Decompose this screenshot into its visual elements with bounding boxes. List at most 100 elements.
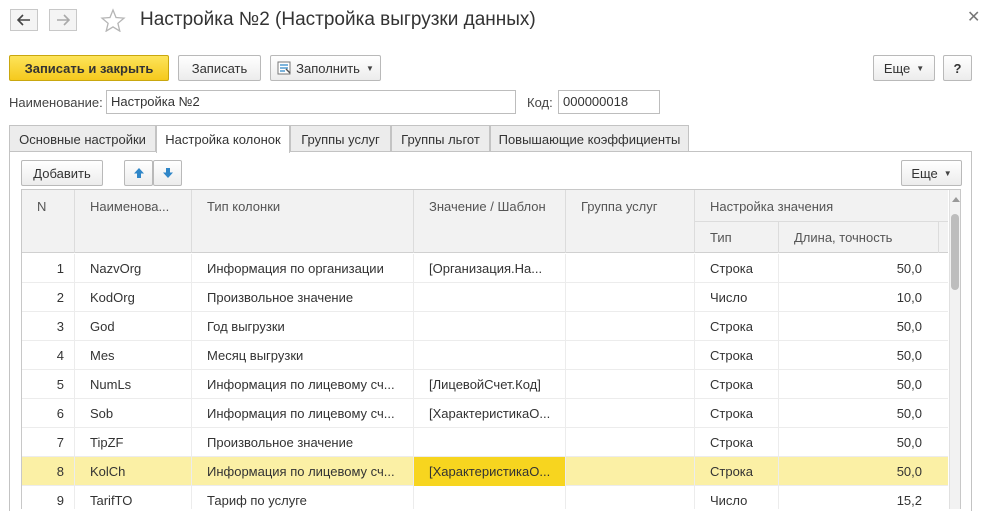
scrollbar-thumb[interactable] <box>951 214 959 290</box>
cell-length-precision[interactable]: 10,0 <box>778 283 922 312</box>
back-button[interactable] <box>10 9 38 31</box>
header-length-precision[interactable]: Длина, точность <box>794 230 892 245</box>
cell-n[interactable]: 1 <box>22 254 64 283</box>
cell-type[interactable]: Строка <box>710 428 777 457</box>
cell-length-precision[interactable]: 50,0 <box>778 370 922 399</box>
table-row[interactable]: 2 KodOrg Произвольное значение Число 10,0 <box>22 283 948 312</box>
tab-benefit-groups[interactable]: Группы льгот <box>391 125 490 152</box>
cell-value-template[interactable]: [ХарактеристикаО... <box>414 399 565 428</box>
tab-main-settings[interactable]: Основные настройки <box>9 125 156 152</box>
cell-column-type[interactable]: Год выгрузки <box>207 312 411 341</box>
fill-form-icon <box>277 61 291 75</box>
header-type[interactable]: Тип <box>710 230 732 245</box>
cell-type[interactable]: Строка <box>710 457 777 486</box>
cell-name[interactable]: Mes <box>90 341 190 370</box>
close-icon[interactable]: ✕ <box>967 7 980 27</box>
table-header: N Наименова... Тип колонки Значение / Ша… <box>22 190 948 253</box>
tab-service-groups[interactable]: Группы услуг <box>290 125 391 152</box>
tab-column-settings[interactable]: Настройка колонок <box>156 125 290 153</box>
cell-value-template[interactable]: [ЛицевойСчет.Код] <box>414 370 565 399</box>
columns-table: N Наименова... Тип колонки Значение / Ша… <box>21 189 961 509</box>
cell-type[interactable]: Строка <box>710 370 777 399</box>
cell-service-group[interactable] <box>581 370 693 399</box>
save-button[interactable]: Записать <box>178 55 261 81</box>
arrow-down-icon <box>162 168 173 178</box>
cell-service-group[interactable] <box>581 283 693 312</box>
fill-button[interactable]: Заполнить ▼ <box>270 55 381 81</box>
cell-name[interactable]: God <box>90 312 190 341</box>
cell-length-precision[interactable]: 50,0 <box>778 312 922 341</box>
cell-service-group[interactable] <box>581 399 693 428</box>
table-row[interactable]: 6 Sob Информация по лицевому сч... [Характе… <box>22 399 948 428</box>
cell-name[interactable]: Sob <box>90 399 190 428</box>
cell-n[interactable]: 4 <box>22 341 64 370</box>
scroll-up-icon[interactable] <box>952 197 960 202</box>
table-row[interactable]: 4 Mes Месяц выгрузки Строка 50,0 <box>22 341 948 370</box>
save-and-close-button[interactable]: Записать и закрыть <box>9 55 169 81</box>
cell-column-type[interactable]: Месяц выгрузки <box>207 341 411 370</box>
cell-name[interactable]: KolCh <box>90 457 190 486</box>
cell-value-template[interactable]: [Организация.На... <box>414 254 565 283</box>
table-row[interactable]: 3 God Год выгрузки Строка 50,0 <box>22 312 948 341</box>
cell-name[interactable]: TipZF <box>90 428 190 457</box>
table-row[interactable]: 1 NazvOrg Информация по организации [Органи… <box>22 254 948 283</box>
cell-value-template[interactable]: [ХарактеристикаО... <box>414 457 565 486</box>
cell-n[interactable]: 2 <box>22 283 64 312</box>
cell-service-group[interactable] <box>581 428 693 457</box>
cell-length-precision[interactable]: 50,0 <box>778 428 922 457</box>
table-row[interactable]: 5 NumLs Информация по лицевому сч... [Лицев… <box>22 370 948 399</box>
arrow-right-icon <box>57 14 70 26</box>
cell-value-template[interactable] <box>414 283 565 312</box>
cell-n[interactable]: 5 <box>22 370 64 399</box>
arrow-up-icon <box>133 168 144 178</box>
cell-name[interactable]: NazvOrg <box>90 254 190 283</box>
header-column-type[interactable]: Тип колонки <box>207 199 280 214</box>
cell-length-precision[interactable]: 50,0 <box>778 399 922 428</box>
cell-n[interactable]: 6 <box>22 399 64 428</box>
cell-name[interactable]: KodOrg <box>90 283 190 312</box>
cell-column-type[interactable]: Информация по лицевому сч... <box>207 457 411 486</box>
cell-value-template[interactable] <box>414 312 565 341</box>
cell-service-group[interactable] <box>581 254 693 283</box>
cell-type[interactable]: Строка <box>710 341 777 370</box>
cell-length-precision[interactable]: 50,0 <box>778 457 922 486</box>
code-label: Код: <box>527 95 553 110</box>
cell-service-group[interactable] <box>581 457 693 486</box>
cell-value-template[interactable] <box>414 428 565 457</box>
header-name[interactable]: Наименова... <box>90 199 169 214</box>
add-button[interactable]: Добавить <box>21 160 103 186</box>
cell-type[interactable]: Строка <box>710 312 777 341</box>
cell-service-group[interactable] <box>581 341 693 370</box>
cell-n[interactable]: 3 <box>22 312 64 341</box>
help-button[interactable]: ? <box>943 55 972 81</box>
cell-type[interactable]: Число <box>710 283 777 312</box>
header-n[interactable]: N <box>37 199 46 214</box>
cell-column-type[interactable]: Произвольное значение <box>207 428 411 457</box>
table-more-button[interactable]: Еще ▼ <box>901 160 962 186</box>
cell-column-type[interactable]: Информация по лицевому сч... <box>207 370 411 399</box>
cell-length-precision[interactable]: 50,0 <box>778 254 922 283</box>
cell-name[interactable]: NumLs <box>90 370 190 399</box>
more-button[interactable]: Еще ▼ <box>873 55 935 81</box>
cell-n[interactable]: 8 <box>22 457 64 486</box>
cell-value-template[interactable] <box>414 341 565 370</box>
cell-column-type[interactable]: Произвольное значение <box>207 283 411 312</box>
cell-type[interactable]: Строка <box>710 254 777 283</box>
favorite-star-icon[interactable] <box>100 8 126 35</box>
header-value-template[interactable]: Значение / Шаблон <box>429 199 546 214</box>
cell-type[interactable]: Строка <box>710 399 777 428</box>
header-service-group[interactable]: Группа услуг <box>581 199 658 214</box>
move-down-button[interactable] <box>153 160 182 186</box>
tab-increasing-coefficients[interactable]: Повышающие коэффициенты <box>490 125 689 152</box>
cell-column-type[interactable]: Информация по организации <box>207 254 411 283</box>
table-row[interactable]: 8 KolCh Информация по лицевому сч... [Харак… <box>22 457 948 486</box>
cell-column-type[interactable]: Информация по лицевому сч... <box>207 399 411 428</box>
code-field[interactable]: 000000018 <box>558 90 660 114</box>
cell-service-group[interactable] <box>581 312 693 341</box>
forward-button[interactable] <box>49 9 77 31</box>
cell-length-precision[interactable]: 50,0 <box>778 341 922 370</box>
move-up-button[interactable] <box>124 160 153 186</box>
table-row[interactable]: 7 TipZF Произвольное значение Строка 50,0 <box>22 428 948 457</box>
name-field[interactable]: Настройка №2 <box>106 90 516 114</box>
cell-n[interactable]: 7 <box>22 428 64 457</box>
